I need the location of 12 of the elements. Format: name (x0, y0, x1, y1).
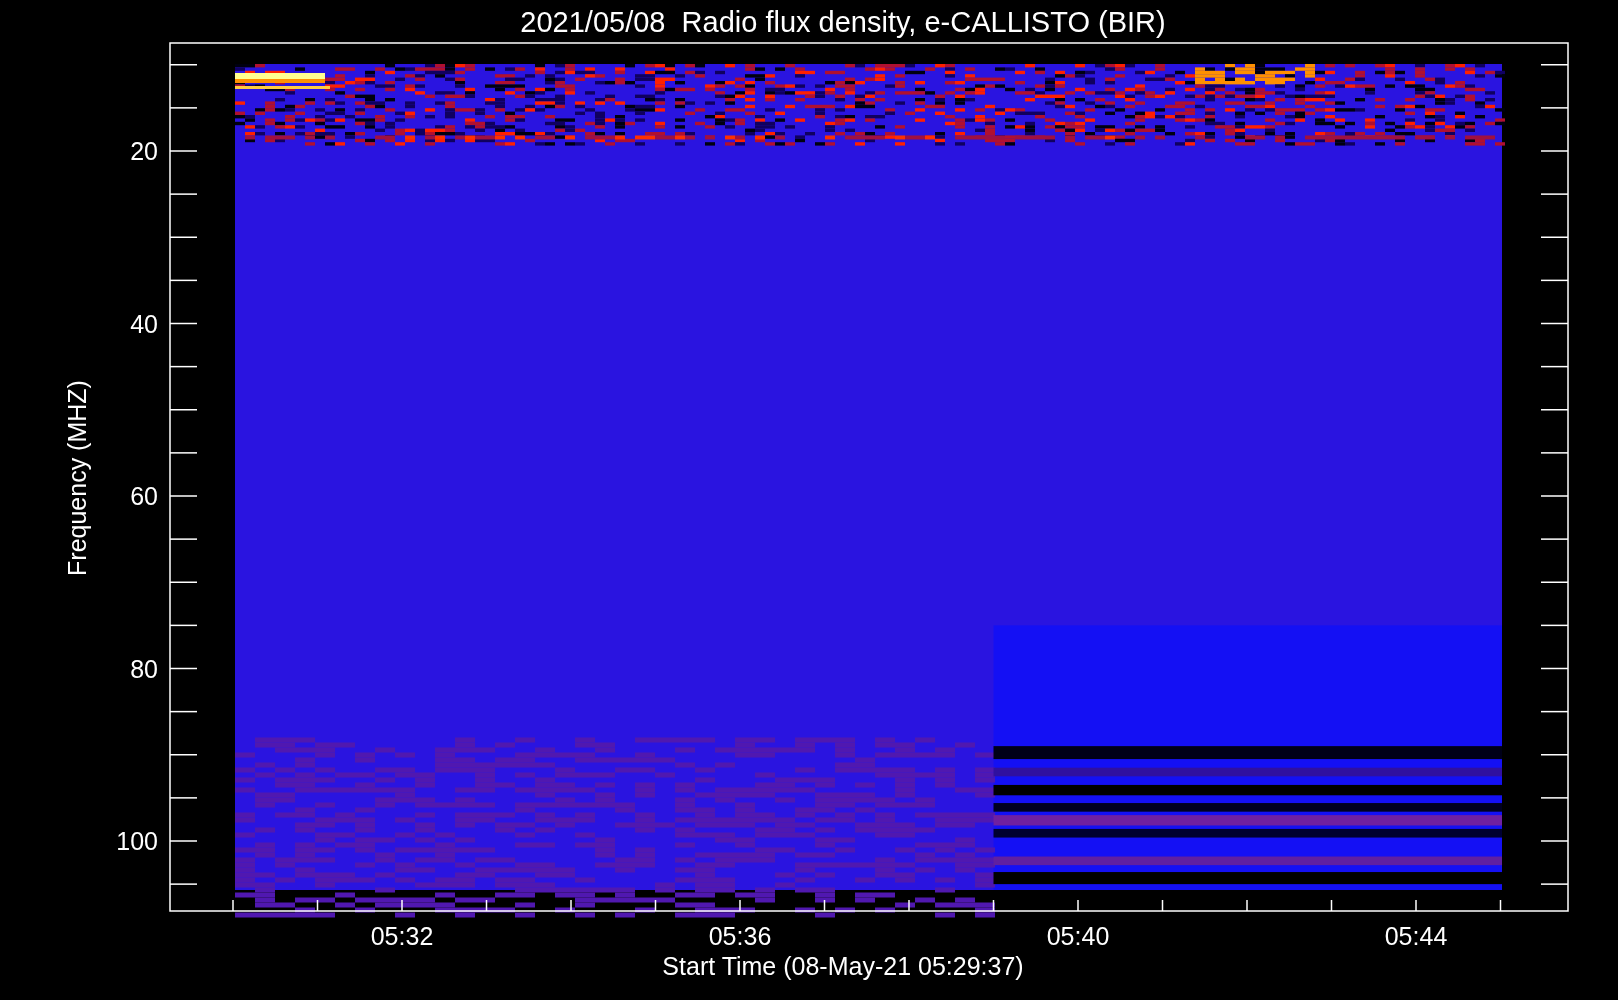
plot-title: 2021/05/08 Radio flux density, e-CALLISTO (BIR) (520, 6, 1166, 38)
x-tick-label: 05:44 (1384, 922, 1448, 950)
y-tick-label: 80 (130, 654, 158, 683)
x-tick-label: 05:36 (708, 922, 772, 950)
x-tick-label: 05:32 (370, 922, 434, 950)
y-tick-label: 40 (130, 309, 158, 338)
y-axis-label: Frequency (MHZ) (63, 380, 91, 576)
y-tick-label: 60 (130, 482, 158, 510)
x-tick-label: 05:40 (1046, 922, 1110, 950)
y-tick-label: 100 (116, 827, 158, 855)
x-axis-label: Start Time (08-May-21 05:29:37) (662, 952, 1024, 980)
y-tick-label: 20 (130, 137, 158, 165)
